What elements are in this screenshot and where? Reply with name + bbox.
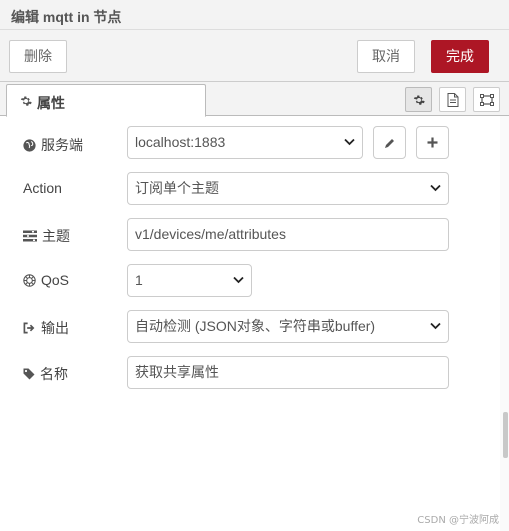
sign-out-icon bbox=[23, 322, 35, 334]
server-label: 服务端 bbox=[41, 137, 83, 153]
output-label: 输出 bbox=[41, 320, 69, 336]
output-select[interactable]: 自动检测 (JSON对象、字符串或buffer) bbox=[127, 310, 449, 343]
tab-properties-label: 属性 bbox=[37, 95, 65, 111]
add-server-button[interactable] bbox=[416, 126, 449, 159]
server-label-row: 服务端 bbox=[23, 135, 83, 155]
gear-icon bbox=[413, 95, 425, 105]
output-label-row: 输出 bbox=[23, 318, 69, 338]
tab-appearance[interactable] bbox=[473, 87, 500, 112]
dialog-title: 编辑 mqtt in 节点 bbox=[11, 9, 122, 25]
output-value: 自动检测 (JSON对象、字符串或buffer) bbox=[135, 318, 376, 334]
scrollbar-thumb[interactable] bbox=[503, 412, 508, 458]
chevron-down-icon bbox=[430, 322, 441, 330]
globe-icon bbox=[23, 138, 36, 152]
tab-description[interactable] bbox=[439, 87, 466, 112]
server-select[interactable]: localhost:1883 bbox=[127, 126, 363, 159]
topic-label: 主题 bbox=[42, 228, 70, 244]
topic-label-row: 主题 bbox=[23, 226, 70, 246]
cancel-button[interactable]: 取消 bbox=[357, 40, 415, 73]
delete-button[interactable]: 删除 bbox=[9, 40, 67, 73]
qos-select[interactable]: 1 bbox=[127, 264, 252, 297]
tab-properties[interactable]: 属性 bbox=[6, 84, 206, 117]
action-select[interactable]: 订阅单个主题 bbox=[127, 172, 449, 205]
name-label: 名称 bbox=[40, 366, 68, 382]
tasks-icon bbox=[23, 230, 37, 242]
empire-icon bbox=[23, 273, 36, 287]
done-button[interactable]: 完成 bbox=[431, 40, 489, 73]
pencil-icon bbox=[384, 138, 394, 148]
chevron-down-icon bbox=[430, 184, 441, 192]
frame-icon bbox=[479, 93, 494, 106]
scrollbar[interactable] bbox=[500, 116, 509, 531]
qos-label-row: QoS bbox=[23, 272, 69, 288]
topic-input[interactable]: v1/devices/me/attributes bbox=[127, 218, 449, 251]
qos-value: 1 bbox=[135, 272, 143, 288]
action-label: Action bbox=[23, 180, 62, 196]
plus-icon bbox=[427, 137, 438, 148]
chevron-down-icon bbox=[233, 276, 244, 284]
action-value: 订阅单个主题 bbox=[135, 180, 219, 196]
name-input[interactable]: 获取共享属性 bbox=[127, 356, 449, 389]
document-icon bbox=[447, 92, 458, 107]
chevron-down-icon bbox=[344, 138, 355, 146]
dialog-title-bar: 编辑 mqtt in 节点 bbox=[0, 0, 509, 30]
tag-icon bbox=[23, 368, 35, 380]
action-label-row: Action bbox=[23, 180, 62, 196]
watermark: CSDN @宁波阿成 bbox=[417, 515, 499, 526]
server-value: localhost:1883 bbox=[135, 134, 226, 150]
edit-server-button[interactable] bbox=[373, 126, 406, 159]
tab-settings[interactable] bbox=[405, 87, 432, 112]
qos-label: QoS bbox=[41, 272, 70, 288]
name-label-row: 名称 bbox=[23, 364, 68, 384]
gear-icon bbox=[20, 96, 32, 106]
